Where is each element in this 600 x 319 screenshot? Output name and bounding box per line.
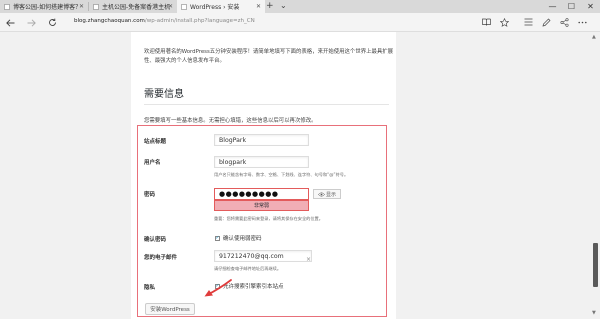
- forward-arrow-icon: [27, 18, 36, 27]
- tab-list-button[interactable]: ⌄: [280, 1, 287, 10]
- url-host: blog.zhangchaoquan.com: [74, 18, 145, 24]
- tab-bokepark[interactable]: 博客公园-如何搭建博客？ ✕: [0, 0, 88, 13]
- scroll-up-icon[interactable]: ▲: [592, 34, 596, 40]
- favorite-button[interactable]: [498, 16, 510, 28]
- password-label: 密码: [144, 192, 156, 198]
- hub-button[interactable]: [522, 16, 534, 28]
- refresh-button[interactable]: [45, 16, 59, 29]
- tab-zhujipark[interactable]: 主机公园-免备案香港主机 ✕: [89, 0, 177, 13]
- refresh-icon: [48, 18, 56, 26]
- tab-title: WordPress › 安装: [190, 4, 240, 11]
- pen-icon: [542, 18, 550, 26]
- share-icon: [559, 17, 569, 27]
- username-hint: 用户名只能含有字母、数字、空格、下划线、连字符、句号和“@”符号。: [214, 172, 349, 177]
- tab-title: 主机公园-免备案香港主机: [102, 4, 171, 11]
- show-password-label: 显示: [325, 191, 336, 198]
- confirm-weak-password-text: 确认使用弱密码: [223, 236, 262, 242]
- welcome-text: 欢迎使用著名的WordPress五分钟安装程序！请简单地填写下面的表格，来开始使…: [144, 49, 394, 64]
- address-bar: blog.zhangchaoquan.com/wp-admin/install.…: [0, 13, 600, 32]
- email-hint: 请仔细检查电子邮件地址后再继续。: [214, 266, 282, 271]
- password-hint: 重要：您将需要此密码来登录，请将其保存在安全的位置。: [214, 216, 323, 221]
- page-icon: [93, 3, 99, 10]
- scroll-thumb[interactable]: [593, 243, 598, 287]
- maximize-button[interactable]: ☐: [562, 0, 581, 13]
- username-input[interactable]: blogpark: [214, 156, 309, 168]
- tab-wordpress-install[interactable]: WordPress › 安装 ✕: [177, 0, 265, 13]
- install-page: 欢迎使用著名的WordPress五分钟安装程序！请简单地填写下面的表格，来开始使…: [131, 32, 396, 319]
- eye-icon: [318, 192, 325, 196]
- tab-bar: 博客公园-如何搭建博客？ ✕ 主机公园-免备案香港主机 ✕ WordPress …: [0, 0, 600, 13]
- page-icon: [181, 3, 187, 10]
- close-icon[interactable]: ✕: [256, 3, 261, 10]
- confirm-weak-password-checkbox[interactable]: ✓ 确认使用弱密码: [215, 234, 262, 242]
- star-icon: [499, 17, 509, 27]
- url-field[interactable]: blog.zhangchaoquan.com/wp-admin/install.…: [74, 18, 255, 24]
- minimize-button[interactable]: —: [543, 0, 562, 13]
- site-title-input[interactable]: BlogPark: [214, 134, 309, 146]
- show-password-button[interactable]: 显示: [313, 189, 341, 199]
- share-button[interactable]: [558, 16, 570, 28]
- email-input[interactable]: 917212470@qq.com: [214, 250, 312, 262]
- username-label: 用户名: [144, 160, 161, 166]
- reading-view-button[interactable]: [480, 16, 492, 28]
- web-note-button[interactable]: [540, 16, 552, 28]
- privacy-label: 隐私: [144, 285, 156, 291]
- password-strength-meter: 非常弱: [214, 200, 309, 211]
- checkbox-checked-icon: ✓: [215, 234, 220, 241]
- close-icon[interactable]: ✕: [168, 3, 173, 10]
- page-scrollbar[interactable]: ▲ ▼: [591, 32, 600, 319]
- annotation-arrow-icon: [204, 279, 232, 297]
- clear-input-icon[interactable]: ×: [306, 256, 311, 263]
- scroll-down-icon[interactable]: ▼: [592, 310, 596, 316]
- forward-button[interactable]: [24, 16, 38, 29]
- info-subtext: 您需要填写一些基本信息。无需担心填错，这些信息以后可以再次修改。: [144, 118, 317, 124]
- back-button[interactable]: [3, 16, 17, 29]
- divider: [144, 104, 389, 105]
- install-wordpress-button[interactable]: 安装WordPress: [145, 303, 195, 315]
- back-arrow-icon: [5, 18, 14, 27]
- section-heading: 需要信息: [144, 89, 184, 100]
- page-icon: [4, 3, 10, 10]
- confirm-password-label: 确认密码: [144, 237, 167, 243]
- email-label: 您的电子邮件: [144, 255, 178, 261]
- site-title-label: 站点标题: [144, 139, 167, 145]
- url-path: /wp-admin/install.php?language=zh_CN: [144, 18, 255, 24]
- more-icon: [577, 21, 587, 23]
- new-tab-button[interactable]: +: [266, 1, 274, 11]
- book-icon: [481, 18, 491, 26]
- tab-title: 博客公园-如何搭建博客？: [13, 4, 82, 11]
- hub-icon: [524, 18, 532, 26]
- more-button[interactable]: [576, 16, 588, 28]
- close-window-button[interactable]: ✕: [581, 0, 600, 13]
- password-input[interactable]: ●●●●●●●●●: [214, 188, 309, 200]
- close-icon[interactable]: ✕: [79, 3, 84, 10]
